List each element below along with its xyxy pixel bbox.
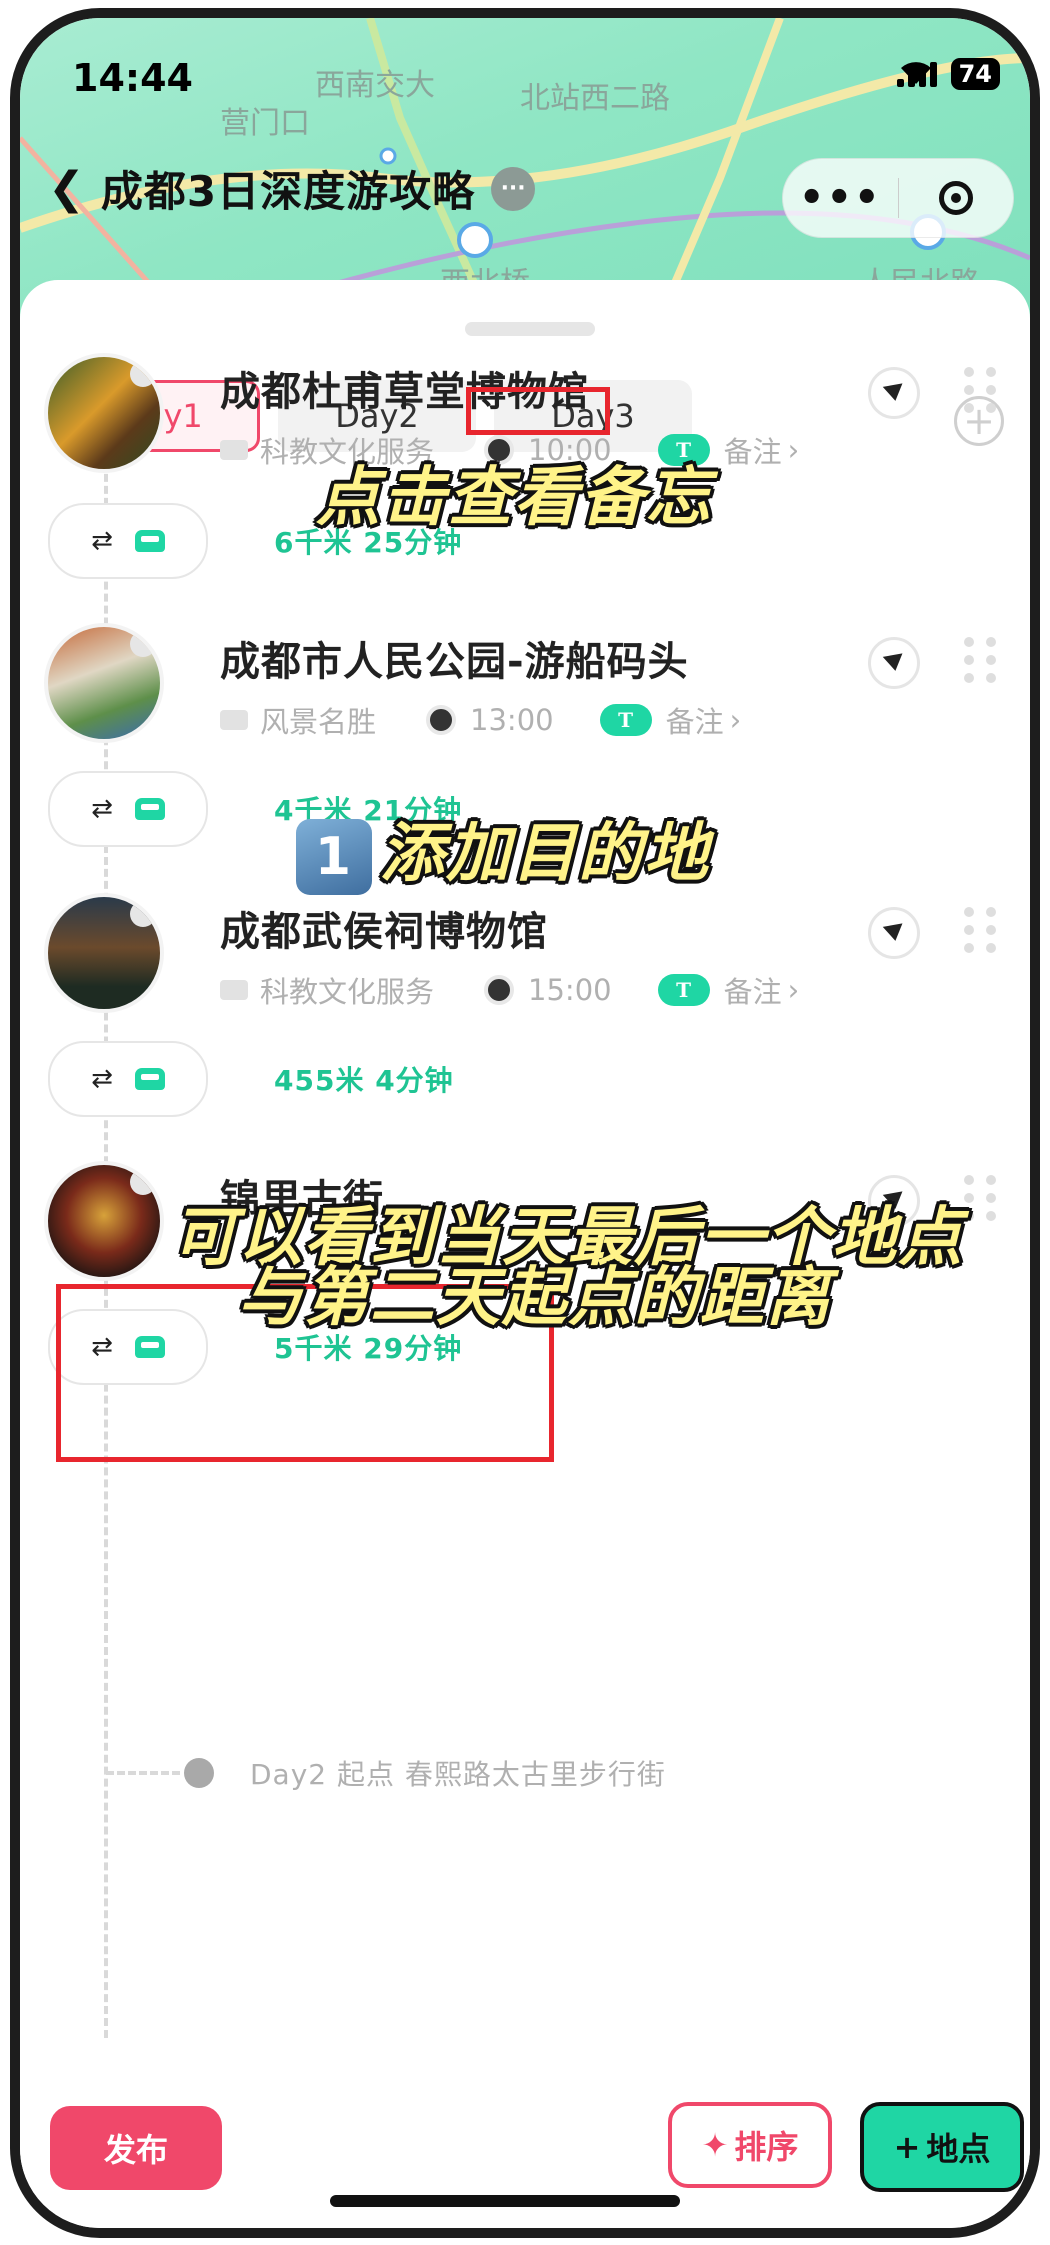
tag-icon (220, 440, 248, 460)
stop-thumbnail (44, 623, 164, 743)
caption-tap-note: 点击查看备忘 (316, 461, 712, 535)
swap-icon: ⇄ (91, 1064, 113, 1094)
number-one-badge: 1 (296, 819, 372, 896)
map-label: 西南交大 (315, 68, 435, 103)
header: ❮ 成都3日深度游攻略 ··· (48, 158, 536, 219)
car-icon (134, 530, 165, 552)
bottom-action-bar: 发布 ✦ 排序 + 地点 (20, 2088, 1030, 2208)
car-icon (134, 798, 165, 820)
map-background[interactable]: 西南交大 营门口 北站西二路 西北桥 人民北路 14:44 74 ❮ 成都3日深… (20, 18, 1030, 318)
transit-mode-toggle[interactable]: ⇄ (48, 771, 208, 847)
status-icons: 74 (896, 58, 1000, 90)
transit-row: ⇄ 455米 4分钟 (20, 1041, 1030, 1121)
stop-time[interactable]: 13:00 (470, 703, 554, 737)
clock-icon (426, 705, 457, 735)
drag-handle-icon[interactable] (964, 1175, 996, 1221)
drag-handle-icon[interactable] (964, 367, 996, 413)
transit-mode-toggle[interactable]: ⇄ (48, 1041, 208, 1117)
navigate-button[interactable] (868, 907, 920, 959)
plus-icon: + (893, 2128, 921, 2166)
transit-mode-toggle[interactable]: ⇄ (48, 503, 208, 579)
stop-thumbnail (44, 1161, 164, 1281)
caption-add-destination: 1 添加目的地 (296, 802, 710, 896)
stop-category: 风景名胜 (260, 705, 377, 739)
caption-distance-line2: 与第二天起点的距离 (238, 1261, 832, 1335)
map-label: 营门口 (220, 106, 310, 141)
stop-meta: 科教文化服务 15:00 T 备注 › (220, 969, 799, 1011)
publish-button[interactable]: 发布 (50, 2106, 222, 2190)
stop-thumbnail (44, 893, 164, 1013)
note-link[interactable]: T 备注 › (657, 969, 800, 1011)
note-label: 备注 (665, 705, 724, 739)
add-place-button[interactable]: + 地点 (860, 2102, 1024, 2192)
note-label: 备注 (723, 435, 782, 469)
note-badge: T (599, 704, 652, 736)
chevron-right-icon: › (787, 433, 800, 467)
transit-distance: 455米 4分钟 (274, 1064, 454, 1097)
more-menu-icon[interactable]: ••• (783, 175, 898, 221)
start-dot-icon (184, 1758, 214, 1788)
navigate-button[interactable] (868, 637, 920, 689)
back-chevron-icon[interactable]: ❮ (48, 163, 85, 214)
highlight-box-note (466, 387, 610, 435)
battery-indicator: 74 (950, 58, 1000, 90)
stop-time[interactable]: 15:00 (528, 973, 612, 1007)
stop-name: 成都市人民公园-游船码头 (220, 639, 689, 685)
stop-meta: 风景名胜 13:00 T 备注 › (220, 699, 741, 741)
stop-item[interactable]: 成都市人民公园-游船码头 风景名胜 13:00 T 备注 › (20, 623, 1030, 763)
phone-frame: 西南交大 营门口 北站西二路 西北桥 人民北路 14:44 74 ❮ 成都3日深… (10, 8, 1040, 2238)
next-day-start[interactable]: Day2 起点 春熙路太古里步行街 (106, 1753, 666, 1793)
stop-name: 成都武侯祠博物馆 (220, 909, 548, 955)
wifi-icon (900, 62, 931, 84)
title-more-button[interactable]: ··· (491, 166, 536, 211)
tag-icon (220, 710, 248, 730)
connector-dash (106, 1771, 180, 1775)
day2-start-label: Day2 起点 春熙路太古里步行街 (250, 1758, 666, 1791)
status-time: 14:44 (72, 56, 193, 100)
navigate-button[interactable] (868, 367, 920, 419)
swap-icon: ⇄ (91, 794, 113, 824)
swap-icon: ⇄ (91, 526, 113, 556)
car-icon (134, 1068, 165, 1090)
stop-category: 科教文化服务 (260, 975, 435, 1009)
caption-add-destination-text: 添加目的地 (380, 817, 710, 891)
sheet-drag-handle[interactable] (465, 322, 595, 336)
sort-button[interactable]: ✦ 排序 (668, 2102, 832, 2188)
drag-handle-icon[interactable] (964, 907, 996, 953)
sparkle-icon: ✦ (701, 2126, 729, 2164)
chevron-right-icon: › (787, 973, 800, 1007)
add-place-label: 地点 (926, 2130, 991, 2168)
close-target-icon[interactable] (899, 181, 1014, 215)
home-indicator[interactable] (330, 2195, 680, 2207)
tag-icon (220, 980, 248, 1000)
stop-thumbnail (44, 353, 164, 473)
note-link[interactable]: T 备注 › (599, 699, 742, 741)
sort-label: 排序 (734, 2128, 799, 2166)
chevron-right-icon: › (729, 703, 742, 737)
miniprogram-capsule: ••• (782, 158, 1014, 238)
page-title: 成都3日深度游攻略 (100, 167, 476, 216)
drag-handle-icon[interactable] (964, 637, 996, 683)
note-badge: T (657, 974, 710, 1006)
map-label: 北站西二路 (520, 81, 670, 116)
clock-icon (484, 975, 515, 1005)
stop-item[interactable]: 成都武侯祠博物馆 科教文化服务 15:00 T 备注 › (20, 893, 1030, 1033)
note-label: 备注 (723, 975, 782, 1009)
